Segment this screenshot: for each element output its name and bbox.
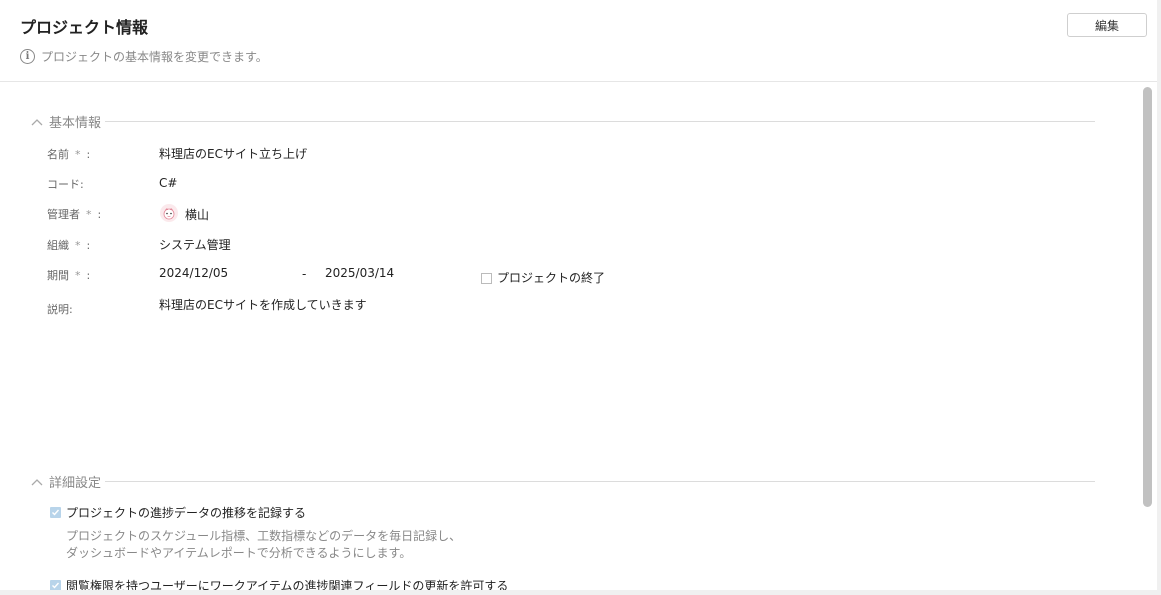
page-subtitle: i プロジェクトの基本情報を変更できます。	[20, 48, 268, 65]
period-label: 期間 *:	[47, 269, 91, 282]
window-right-edge	[1157, 0, 1161, 595]
desc-value: 料理店のECサイトを作成していきます	[159, 298, 367, 312]
manager-label: 管理者 *:	[47, 208, 102, 221]
allow-viewer-update-label[interactable]: 閲覧権限を持つユーザーにワークアイテムの進捗関連フィールドの更新を許可する	[66, 577, 508, 590]
period-start-date: 2024/12/05	[159, 266, 229, 280]
chevron-up-icon[interactable]	[30, 477, 44, 487]
record-progress-desc-line1: プロジェクトのスケジュール指標、工数指標などのデータを毎日記録し、	[66, 529, 462, 543]
page-header: プロジェクト情報 i プロジェクトの基本情報を変更できます。 編集	[0, 0, 1157, 82]
org-label: 組織 *:	[47, 239, 91, 252]
basic-info-section-header[interactable]: 基本情報	[30, 112, 1095, 131]
info-icon: i	[20, 49, 35, 64]
desc-label: 説明:	[47, 303, 73, 316]
advanced-section-header[interactable]: 詳細設定	[30, 472, 1095, 491]
manager-value: 横山	[185, 208, 210, 222]
project-finish-checkbox[interactable]	[481, 273, 492, 284]
record-progress-checkbox[interactable]	[50, 507, 61, 518]
basic-info-section-title: 基本情報	[49, 116, 102, 131]
allow-viewer-update-checkbox[interactable]	[50, 580, 61, 590]
page-title: プロジェクト情報	[20, 18, 149, 37]
edit-button[interactable]: 編集	[1067, 13, 1147, 37]
check-icon	[52, 509, 60, 516]
period-end-date: 2025/03/14	[325, 266, 395, 280]
name-value: 料理店のECサイト立ち上げ	[159, 147, 307, 161]
section-divider	[105, 481, 1095, 482]
project-finish-label[interactable]: プロジェクトの終了	[497, 269, 605, 286]
content-area[interactable]: 基本情報 名前 *: 料理店のECサイト立ち上げ コード: C# 管理者 *: 横山…	[0, 82, 1157, 590]
section-divider	[105, 121, 1095, 122]
period-separator: -	[302, 267, 307, 281]
window-bottom-edge	[0, 590, 1157, 595]
scrollbar-thumb[interactable]	[1143, 87, 1152, 507]
org-value: システム管理	[159, 238, 231, 252]
name-label: 名前 *:	[47, 148, 91, 161]
subtitle-text: プロジェクトの基本情報を変更できます。	[41, 50, 268, 64]
mascot-avatar-icon	[160, 204, 178, 222]
record-progress-label[interactable]: プロジェクトの進捗データの推移を記録する	[66, 504, 306, 521]
code-label: コード:	[47, 178, 84, 191]
record-progress-desc-line2: ダッシュボードやアイテムレポートで分析できるようにします。	[66, 546, 412, 560]
chevron-up-icon[interactable]	[30, 117, 44, 127]
check-icon	[52, 582, 60, 589]
code-value: C#	[159, 176, 178, 190]
advanced-section-title: 詳細設定	[49, 476, 102, 491]
